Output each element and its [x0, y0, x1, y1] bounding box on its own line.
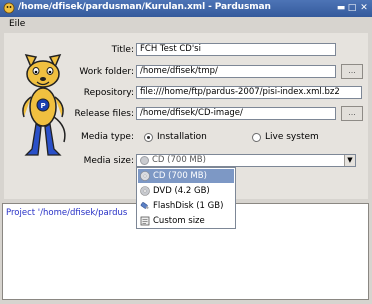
media-size-dropdown-list: CD (700 MB) DVD (4.2 GB) FlashDisk (1 GB…	[136, 167, 236, 229]
radio-selected-dot	[147, 136, 150, 139]
svg-text:P: P	[41, 102, 46, 110]
release-files-input[interactable]: /home/dfisek/CD-image/	[136, 107, 336, 120]
media-option-dvd[interactable]: DVD (4.2 GB)	[138, 184, 234, 198]
media-option-label: FlashDisk (1 GB)	[153, 201, 224, 211]
media-size-label: Media size:	[83, 156, 134, 166]
pardus-mascot-logo: P	[22, 53, 66, 156]
menubar: Eile	[0, 17, 372, 33]
media-option-label: CD (700 MB)	[153, 171, 207, 181]
minimize-icon[interactable]: ▬	[336, 3, 346, 13]
app-icon	[3, 2, 15, 14]
close-icon[interactable]: ✕	[359, 3, 369, 13]
repository-label: Repository:	[83, 88, 134, 98]
media-option-flashdisk[interactable]: FlashDisk (1 GB)	[138, 199, 234, 213]
release-files-label: Release files:	[74, 109, 134, 119]
custom-size-icon	[140, 216, 150, 226]
cd-icon	[140, 156, 149, 165]
repository-input[interactable]: file:///home/ftp/pardus-2007/pisi-index.…	[136, 86, 362, 99]
media-option-custom[interactable]: Custom size	[138, 214, 234, 228]
flashdisk-icon	[140, 202, 149, 210]
dvd-icon	[140, 186, 150, 196]
log-text: Project '/home/dfisek/pardus	[6, 208, 128, 218]
maximize-icon[interactable]: □	[347, 3, 357, 13]
menu-file[interactable]: Eile	[9, 19, 25, 29]
work-folder-browse-button[interactable]: ...	[341, 64, 363, 79]
work-folder-input[interactable]: /home/dfisek/tmp/	[136, 65, 336, 78]
live-system-radio[interactable]	[252, 133, 261, 142]
chevron-down-icon[interactable]: ▼	[344, 155, 355, 166]
live-system-radio-label[interactable]: Live system	[265, 132, 319, 142]
work-folder-label: Work folder:	[79, 67, 134, 77]
window-title: /home/dfisek/pardusman/Kurulan.xml - Par…	[18, 2, 271, 12]
media-type-label: Media type:	[80, 132, 134, 142]
media-option-label: Custom size	[153, 216, 205, 226]
installation-radio[interactable]	[144, 133, 153, 142]
installation-radio-label[interactable]: Installation	[157, 132, 207, 142]
media-size-selected: CD (700 MB)	[152, 155, 206, 165]
media-option-cd[interactable]: CD (700 MB)	[138, 169, 234, 183]
media-size-combo[interactable]: CD (700 MB) ▼	[136, 154, 356, 167]
window-titlebar[interactable]: /home/dfisek/pardusman/Kurulan.xml - Par…	[0, 0, 372, 17]
release-files-browse-button[interactable]: ...	[341, 106, 363, 121]
title-label: Title:	[111, 45, 134, 55]
title-input[interactable]: FCH Test CD'si	[136, 43, 336, 56]
cd-icon	[140, 171, 150, 181]
media-option-label: DVD (4.2 GB)	[153, 186, 210, 196]
